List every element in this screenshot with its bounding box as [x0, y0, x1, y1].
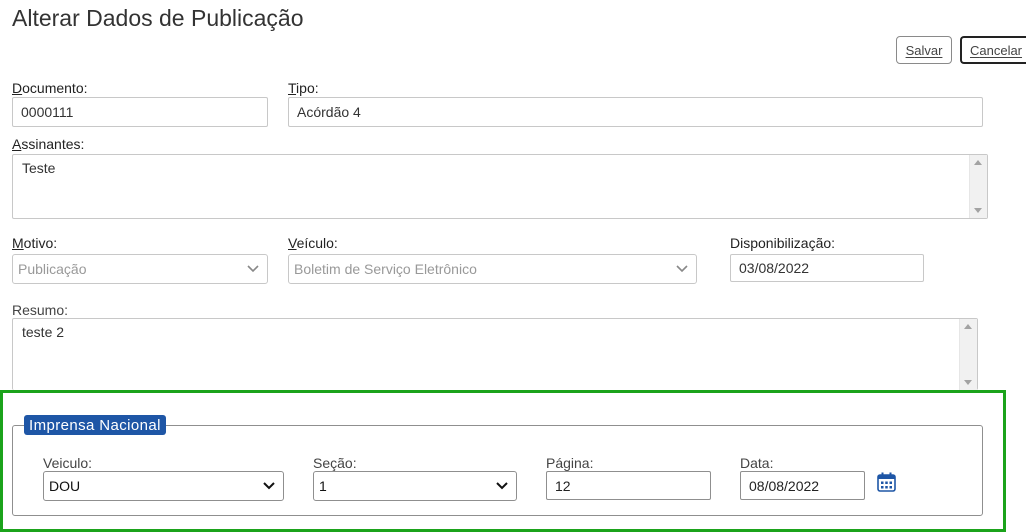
cancel-button-label: Cancelar [969, 42, 1023, 58]
save-button-label: Salvar [905, 42, 943, 58]
data-label: Data: [740, 455, 774, 471]
imprensa-veiculo-select[interactable]: DOU [43, 471, 284, 501]
pagina-field[interactable]: 12 [546, 471, 711, 500]
calendar-icon[interactable] [877, 472, 896, 492]
motivo-label: Motivo: [12, 235, 58, 251]
tipo-field[interactable]: Acórdão 4 [288, 97, 983, 127]
veiculo-select[interactable]: Boletim de Serviço Eletrônico [288, 254, 697, 284]
veiculo-label: Veículo: [288, 235, 338, 251]
scroll-down-icon[interactable] [964, 380, 972, 385]
resumo-scrollbar[interactable] [959, 319, 977, 390]
imprensa-veiculo-label: Veiculo: [43, 455, 93, 471]
documento-field[interactable]: 0000111 [12, 97, 268, 127]
assinantes-label: Assinantes: [12, 136, 85, 152]
tipo-label: Tipo: [288, 80, 319, 96]
chevron-down-icon [496, 482, 508, 490]
imprensa-legend: Imprensa Nacional [24, 415, 166, 435]
resumo-textarea[interactable]: teste 2 [12, 318, 978, 390]
chevron-down-icon [676, 265, 688, 273]
assinantes-textarea[interactable]: Teste [12, 154, 988, 219]
scroll-up-icon[interactable] [964, 324, 972, 329]
resumo-label: Resumo: [12, 302, 69, 318]
chevron-down-icon [247, 265, 259, 273]
scroll-down-icon[interactable] [974, 208, 982, 213]
disponibilizacao-label: Disponibilização: [730, 235, 836, 251]
disponibilizacao-field[interactable]: 03/08/2022 [730, 254, 924, 282]
motivo-select[interactable]: Publicação [12, 254, 268, 284]
page-title: Alterar Dados de Publicação [12, 5, 304, 31]
secao-label: Seção: [313, 455, 357, 471]
documento-label: Documento: [12, 80, 88, 96]
assinantes-scrollbar[interactable] [969, 155, 987, 218]
save-button[interactable]: Salvar [896, 36, 952, 64]
chevron-down-icon [263, 482, 275, 490]
scroll-up-icon[interactable] [974, 160, 982, 165]
secao-select[interactable]: 1 [313, 471, 517, 501]
pagina-label: Página: [546, 455, 594, 471]
cancel-button[interactable]: Cancelar [960, 36, 1026, 64]
data-field[interactable]: 08/08/2022 [740, 471, 865, 500]
